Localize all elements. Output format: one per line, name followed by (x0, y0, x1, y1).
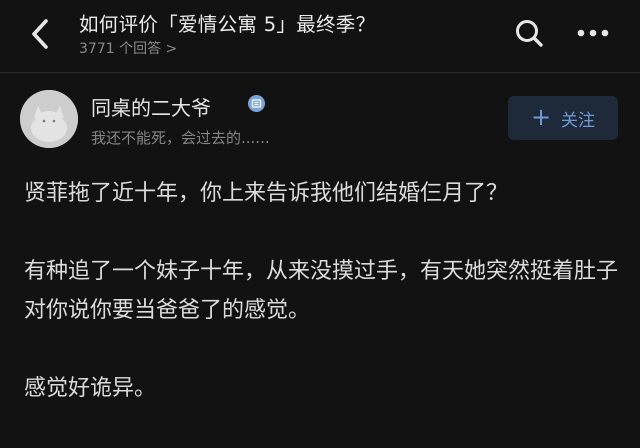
back-button[interactable] (22, 14, 58, 54)
answer-count[interactable]: 3771 个回答 > (79, 38, 177, 58)
answer-paragraph: 贤菲拖了近十年，你上来告诉我他们结婚仨月了？ (24, 181, 509, 206)
search-icon (516, 20, 543, 47)
answer-paragraph: 感觉好诡异。 (24, 376, 157, 401)
author-bio: 我还不能死，会过去的...... (91, 129, 270, 147)
more-dots-icon (577, 29, 609, 37)
question-title[interactable]: 如何评价「爱情公寓 5」最终季？ (79, 8, 375, 37)
back-arrow-icon (32, 19, 48, 49)
follow-label: 关注 (561, 110, 596, 131)
avatar-image (20, 90, 78, 148)
avatar[interactable] (20, 90, 78, 148)
more-button[interactable] (576, 20, 610, 46)
answer-content: 贤菲拖了近十年，你上来告诉我他们结婚仨月了？ 有种追了一个妹子十年，从来没摸过手… (24, 174, 620, 447)
search-button[interactable] (512, 16, 546, 50)
plus-icon: + (530, 103, 552, 131)
author-name[interactable]: 同桌的二大爷 (91, 92, 211, 121)
follow-button[interactable]: + 关注 (508, 96, 618, 140)
header-divider (0, 72, 640, 73)
answer-paragraph: 有种追了一个妹子十年，从来没摸过手，有天她突然挺着肚子对你说你要当爸爸了的感觉。 (24, 259, 619, 323)
verified-badge-icon (248, 95, 265, 112)
top-bar: 如何评价「爱情公寓 5」最终季？ 3771 个回答 > (0, 0, 640, 66)
